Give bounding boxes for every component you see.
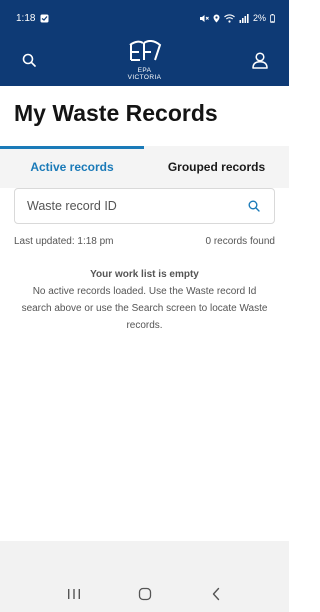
battery-percent: 2% (252, 13, 266, 23)
battery-icon (270, 13, 275, 23)
empty-state-message: No active records loaded. Use the Waste … (21, 286, 268, 331)
empty-state-title: Your work list is empty (90, 269, 199, 280)
home-icon (138, 587, 151, 601)
profile-button[interactable] (249, 49, 271, 71)
mute-icon (199, 14, 209, 23)
home-button[interactable] (133, 582, 157, 606)
active-tab-indicator (0, 146, 144, 149)
search-icon (22, 53, 36, 67)
page-title: My Waste Records (14, 100, 218, 126)
status-right: 2% (199, 13, 275, 23)
tab-bar: Active records Grouped records (0, 146, 289, 188)
location-icon (213, 14, 220, 23)
empty-state: Your work list is empty No active record… (20, 266, 269, 334)
last-updated-text: Last updated: 1:18 pm (14, 236, 114, 247)
header-search-button[interactable] (19, 50, 39, 70)
user-icon (252, 51, 268, 69)
status-bar: 1:18 2% (0, 0, 289, 36)
message-notification-icon (40, 14, 49, 23)
waste-record-id-input[interactable] (27, 199, 246, 213)
epa-victoria-logo: EPA VICTORIA (115, 39, 175, 82)
status-left: 1:18 (16, 13, 49, 24)
logo-text-victoria: VICTORIA (127, 74, 162, 81)
status-time: 1:18 (16, 12, 36, 24)
recent-apps-button[interactable] (62, 582, 86, 606)
wifi-icon (224, 13, 235, 23)
tab-active-records[interactable]: Active records (0, 146, 144, 188)
recent-apps-icon (67, 589, 80, 599)
search-submit-button[interactable] (246, 198, 262, 214)
meta-row: Last updated: 1:18 pm 0 records found (14, 236, 275, 247)
logo-text-epa: EPA (137, 67, 152, 74)
epa-logo-mark (128, 39, 161, 61)
back-chevron-icon (212, 587, 219, 601)
signal-icon (239, 13, 249, 23)
system-navigation-bar (0, 576, 289, 612)
back-button[interactable] (204, 582, 228, 606)
app-header: EPA VICTORIA (0, 36, 289, 86)
search-icon (248, 200, 260, 212)
records-found-count: 0 records found (205, 236, 276, 247)
tab-grouped-records[interactable]: Grouped records (144, 146, 289, 188)
waste-record-search-box (14, 188, 275, 224)
